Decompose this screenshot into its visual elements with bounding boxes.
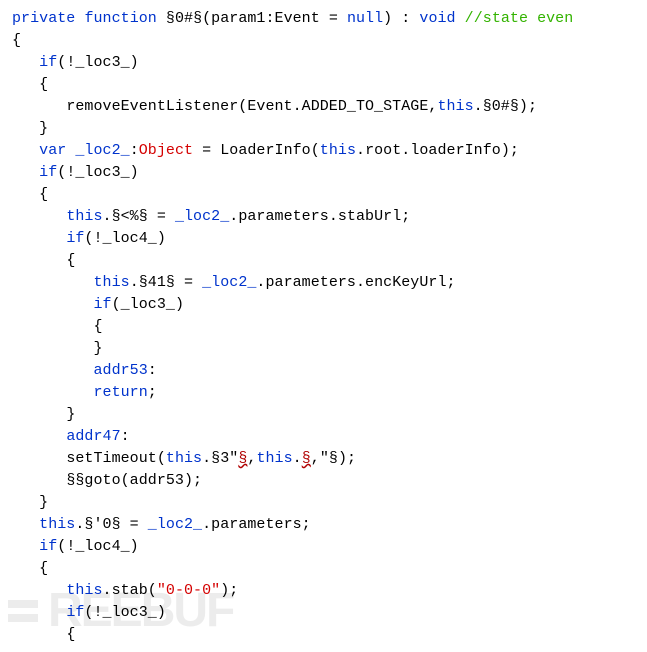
code-line: } bbox=[12, 494, 48, 511]
code-line: { bbox=[12, 252, 75, 269]
code-line: this.§<%§ = _loc2_.parameters.stabUrl; bbox=[12, 208, 410, 225]
code-line: this.stab("0-0-0"); bbox=[12, 582, 238, 599]
code-block: private function §0#§(param1:Event = nul… bbox=[0, 0, 647, 646]
code-line: } bbox=[12, 406, 75, 423]
code-line: private function §0#§(param1:Event = nul… bbox=[12, 10, 573, 27]
code-line: { bbox=[12, 76, 48, 93]
code-line: this.§41§ = _loc2_.parameters.encKeyUrl; bbox=[12, 274, 456, 291]
code-line: } bbox=[12, 340, 103, 357]
code-line: setTimeout(this.§3"§,this.§,"§); bbox=[12, 450, 356, 467]
code-line: { bbox=[12, 32, 21, 49]
code-line: addr47: bbox=[12, 428, 130, 445]
code-line: return; bbox=[12, 384, 157, 401]
code-line: if(!_loc4_) bbox=[12, 230, 166, 247]
code-line: addr53: bbox=[12, 362, 157, 379]
code-line: { bbox=[12, 560, 48, 577]
code-line: if(!_loc3_) bbox=[12, 604, 166, 621]
code-line: { bbox=[12, 318, 103, 335]
code-line: if(!_loc4_) bbox=[12, 538, 139, 555]
code-line: if(!_loc3_) bbox=[12, 54, 139, 71]
code-line: } bbox=[12, 120, 48, 137]
code-line: var _loc2_:Object = LoaderInfo(this.root… bbox=[12, 142, 519, 159]
code-line: if(_loc3_) bbox=[12, 296, 184, 313]
code-line: this.§'0§ = _loc2_.parameters; bbox=[12, 516, 311, 533]
code-line: removeEventListener(Event.ADDED_TO_STAGE… bbox=[12, 98, 537, 115]
code-line: if(!_loc3_) bbox=[12, 164, 139, 181]
code-line: { bbox=[12, 186, 48, 203]
code-line: §§goto(addr53); bbox=[12, 472, 202, 489]
code-line: { bbox=[12, 626, 75, 643]
